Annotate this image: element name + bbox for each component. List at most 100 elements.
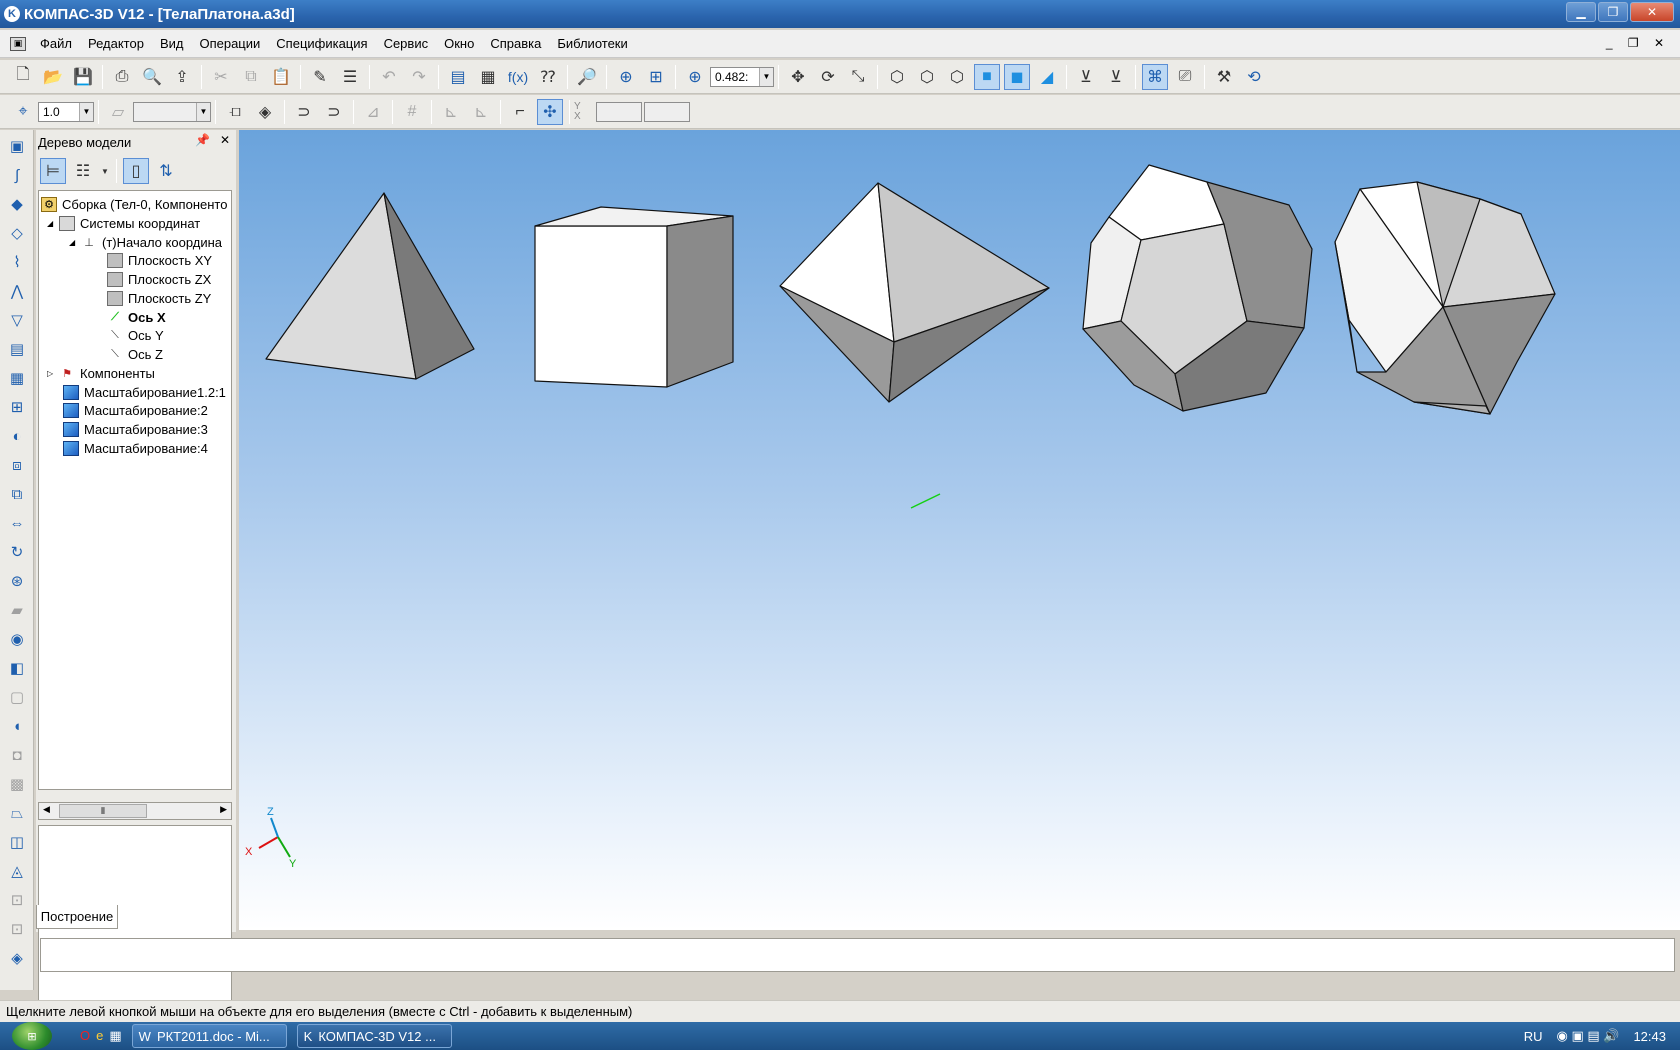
tree-rebuild-icon[interactable]: ⇅ [153,158,179,184]
taskbar-kompas[interactable]: K КОМПАС-3D V12 ... [296,1024,452,1048]
sketch-icon[interactable]: ⟤ [222,99,248,125]
extrude-icon[interactable]: ▰ [4,597,30,623]
specification-icon[interactable]: ☰ [337,64,363,90]
property-bar[interactable] [40,938,1675,972]
cut-icon[interactable]: ✂ [208,64,234,90]
pattern2-icon[interactable]: ⊡ [4,916,30,942]
clock[interactable]: 12:43 [1633,1029,1666,1044]
rotate-icon[interactable]: ⟳ [815,64,841,90]
tetrahedron[interactable] [265,192,475,380]
reports-icon[interactable]: ▦ [4,365,30,391]
tree-item-axis-z[interactable]: ⟍ Ось Z [107,344,163,364]
tree-item-scale3[interactable]: Масштабирование:3 [63,419,208,439]
menu-editor[interactable]: Редактор [80,36,152,51]
ortho-icon[interactable]: ⊿ [360,99,386,125]
thin-hidden-lines-icon[interactable]: ⬡ [944,64,970,90]
paste-icon[interactable]: 📋 [268,64,294,90]
close-panel-icon[interactable]: ✕ [220,133,230,147]
mates-icon[interactable]: ⊛ [4,568,30,594]
coord-x-field[interactable] [596,101,642,122]
shaded-edges-icon[interactable]: ◼ [1004,63,1030,90]
zoom-window-icon[interactable]: 🔎 [574,64,600,90]
copy-icon[interactable]: ⧉ [238,64,264,90]
spatial-curves-icon[interactable]: ∫ [4,162,30,188]
zoom-scale-combo[interactable]: 0.482: ▼ [710,66,774,87]
internet-explorer-icon[interactable]: e [96,1028,103,1044]
move-component-icon[interactable]: ⇔ [4,510,30,536]
expand-toggle-icon[interactable]: ◢ [47,219,59,228]
redo-icon[interactable]: ↷ [406,64,432,90]
pan-icon[interactable]: ✥ [785,64,811,90]
open-file-icon[interactable]: 📂 [40,64,66,90]
save-icon[interactable]: 💾 [70,64,96,90]
icosahedron[interactable] [1334,181,1556,415]
scroll-left-icon[interactable]: ◀ [43,804,50,815]
coord-y-field[interactable] [644,101,690,122]
insert-from-file-icon[interactable]: ⧉ [4,481,30,507]
manager-icon[interactable]: ▤ [445,64,471,90]
tree-item-plane-zy[interactable]: Плоскость ZY [107,288,211,308]
layer-icon[interactable]: ▱ [105,99,131,125]
measure-icon[interactable]: ⋀ [4,278,30,304]
tree-item-scale2[interactable]: Масштабирование:2 [63,400,208,420]
scroll-thumb[interactable]: ⦀ [59,804,147,818]
document-menu-icon[interactable]: ▣ [10,36,26,51]
tree-item-components[interactable]: ▷ ⚑ Компоненты [47,363,155,383]
filter-icon[interactable]: ⊻ [1073,64,1099,90]
view-manager-icon[interactable]: ⎚ [1172,64,1198,90]
auxiliary-geometry-icon[interactable]: ◇ [4,220,30,246]
mirror-icon[interactable]: ◫ [4,829,30,855]
rotate-component-icon[interactable]: ↻ [4,539,30,565]
tree-item-scale1[interactable]: Масштабирование1.2:1 [63,382,226,402]
grid-step-icon[interactable]: ⌖ [10,99,36,125]
cube[interactable] [534,206,734,388]
tree-page-icon[interactable]: ▯ [123,158,149,184]
dodecahedron[interactable] [1082,164,1313,412]
menu-view[interactable]: Вид [152,36,192,51]
tray-icons[interactable]: ◉ ▣ ▤ 🔊 [1557,1028,1620,1044]
tree-item-axis-y[interactable]: ⟍ Ось Y [107,325,164,345]
loft-icon[interactable]: ⏢ [4,800,30,826]
snap-points-icon[interactable]: ✣ [537,98,563,125]
zoom-in-icon[interactable]: ⊕ [613,64,639,90]
start-button[interactable]: ⊞ [12,1022,52,1050]
variables-icon[interactable]: f(x) [505,64,531,90]
minimize-button[interactable]: ▁ [1566,2,1596,22]
selection-filter-icon[interactable]: ⊻ [1103,64,1129,90]
tree-item-scale4[interactable]: Масштабирование:4 [63,438,208,458]
elements-icon[interactable]: ⊞ [4,394,30,420]
tree-order-icon[interactable]: ☷ [70,158,96,184]
edit-details-icon[interactable]: ▣ [4,133,30,159]
menu-libraries[interactable]: Библиотеки [549,36,635,51]
tools-icon[interactable]: ⚒ [1211,64,1237,90]
library-manager-icon[interactable]: ▦ [475,64,501,90]
show-desktop-icon[interactable]: ▦ [109,1028,121,1044]
maximize-button[interactable]: ❐ [1598,2,1628,22]
chamfer-icon[interactable]: ◘ [4,742,30,768]
chevron-down-icon[interactable]: ▼ [79,102,93,121]
step-combo[interactable]: 1.0 ▼ [38,101,94,122]
tree-item-plane-xy[interactable]: Плоскость XY [107,250,212,270]
shaded-icon[interactable]: ■ [974,63,1000,90]
cs-icon[interactable]: ⊾ [468,99,494,125]
export-icon[interactable]: ⇪ [169,64,195,90]
menu-operations[interactable]: Операции [191,36,268,51]
octahedron[interactable] [779,182,1050,403]
tab-construction[interactable]: Построение [36,905,118,929]
document-window-controls[interactable]: _ ❐ ✕ [1606,36,1670,50]
array-icon[interactable]: ▩ [4,771,30,797]
specification-toolbar-icon[interactable]: ▤ [4,336,30,362]
tree-item-coord-systems[interactable]: ◢ Системы координат [47,213,200,233]
tree-item-axis-x[interactable]: ⟋ Ось X [107,307,165,327]
help-pointer-icon[interactable]: ⁇ [535,64,561,90]
hidden-lines-icon[interactable]: ⬡ [914,64,940,90]
orientation-icon[interactable]: ⤡ [845,64,871,90]
wireframe-icon[interactable]: ⬡ [884,64,910,90]
tree-structure-icon[interactable]: ⊨ [40,158,66,184]
add-component-icon[interactable]: ⧈ [4,452,30,478]
edit-part-icon[interactable]: ◈ [252,99,278,125]
zoom-scale-icon[interactable]: ⊕ [682,64,708,90]
menu-specification[interactable]: Спецификация [268,36,375,51]
fillet-icon[interactable]: ◖ [4,713,30,739]
perspective-icon[interactable]: ◢ [1034,64,1060,90]
